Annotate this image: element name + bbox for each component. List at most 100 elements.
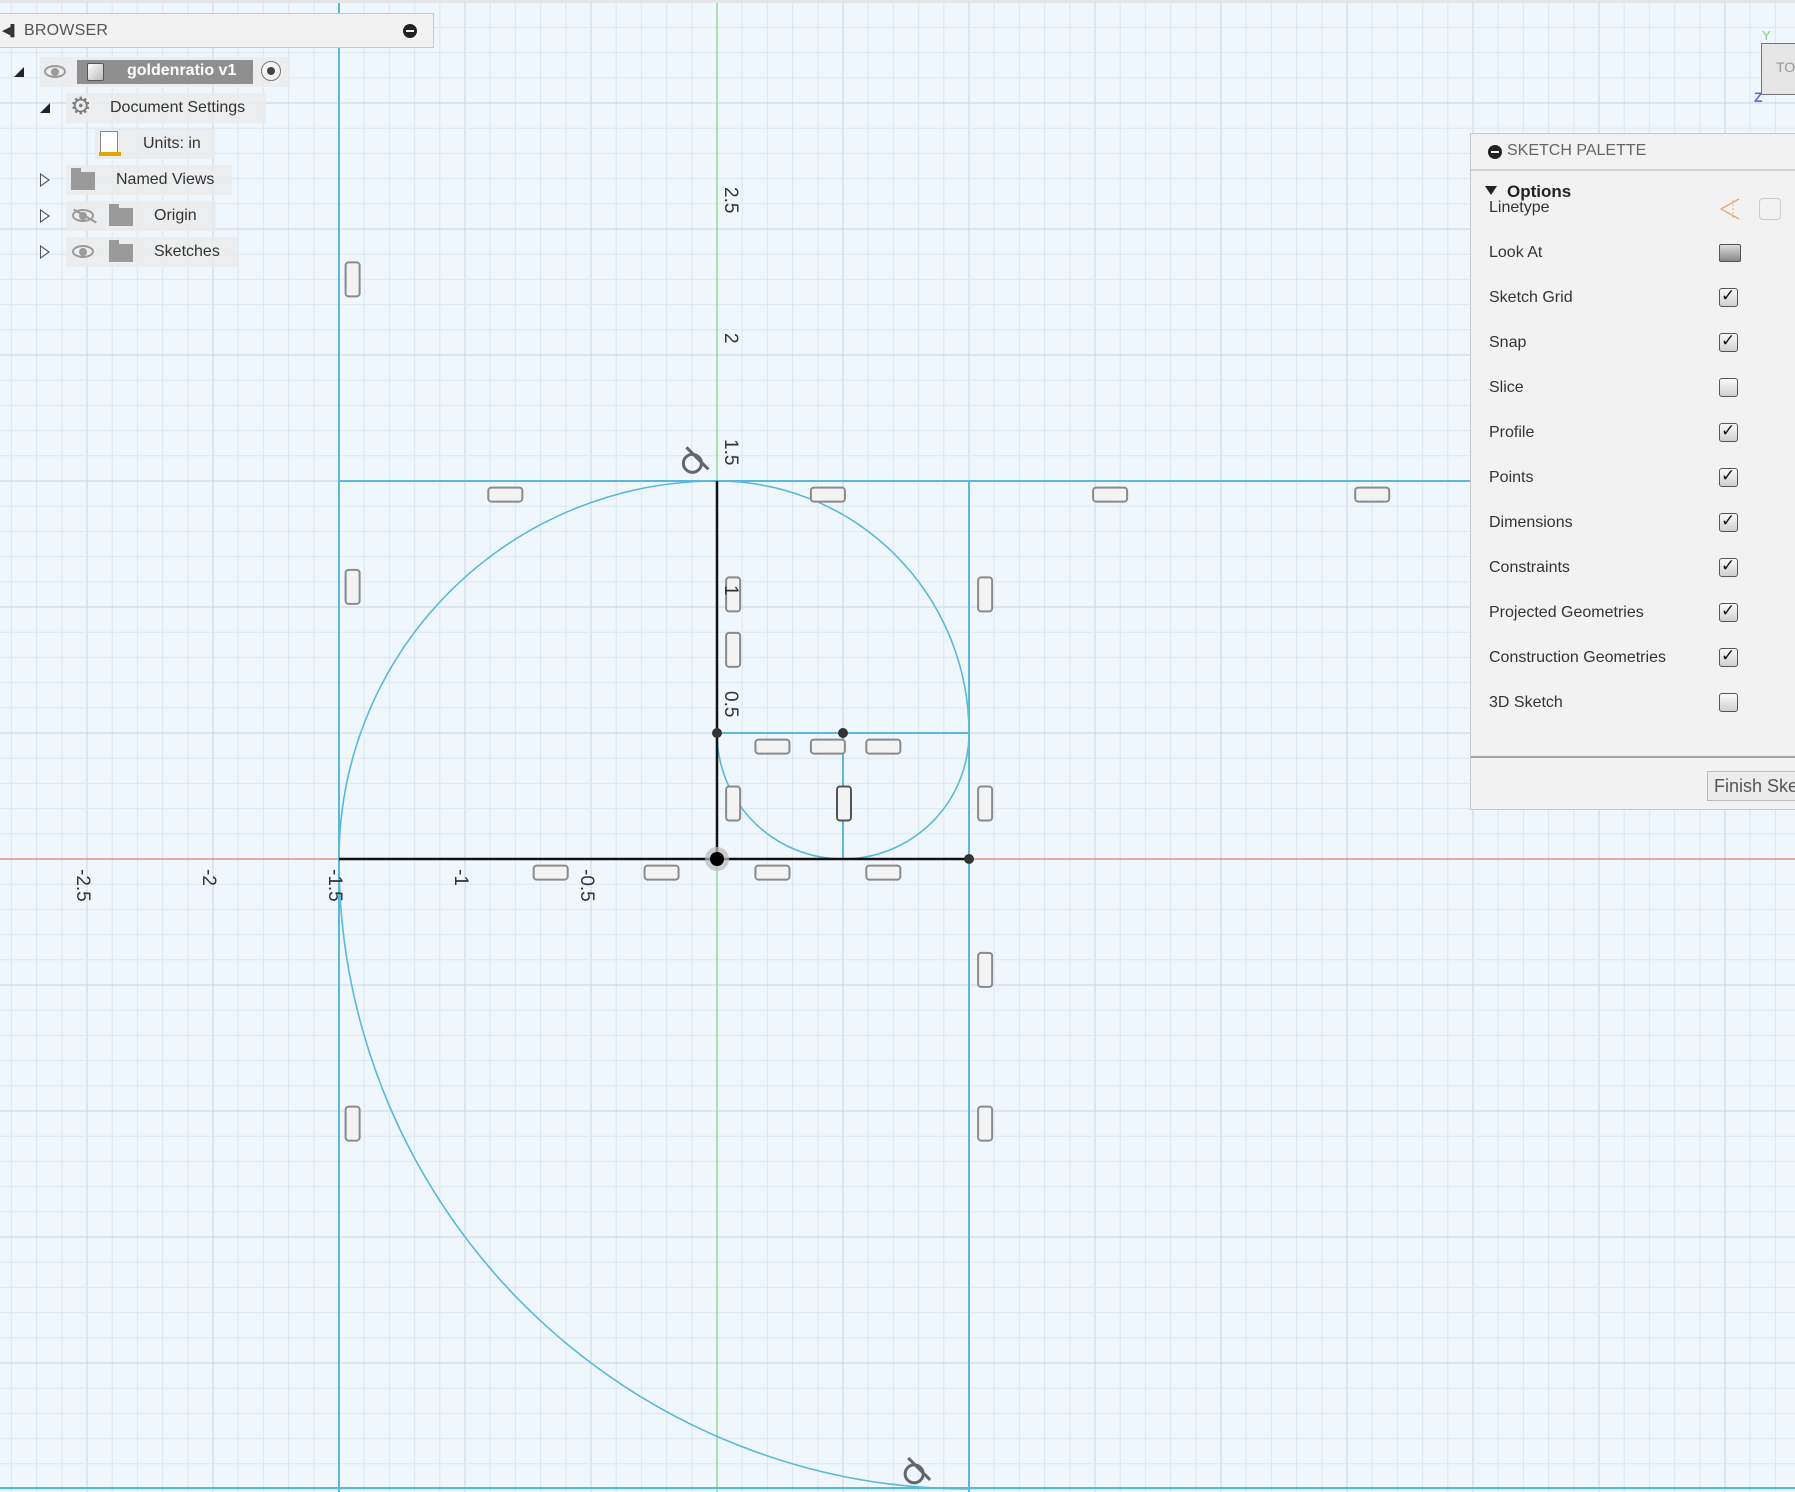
checkbox[interactable] [1719, 511, 1738, 532]
vertical-constraint-icon[interactable] [977, 576, 994, 613]
origin-point[interactable] [710, 852, 724, 866]
option-label: Constraints [1489, 559, 1570, 576]
option-label: Dimensions [1489, 514, 1573, 531]
viewcube-face-label[interactable]: TOP [1776, 59, 1795, 75]
spiral-arc-top[interactable] [338, 480, 718, 860]
spiral-arc-small-right[interactable] [842, 732, 970, 860]
browser-header[interactable]: ◀▌ BROWSER [0, 13, 434, 48]
units-document-icon [99, 131, 121, 156]
expand-toggle-icon[interactable] [14, 67, 24, 77]
visibility-hidden-icon[interactable] [72, 209, 94, 222]
option-label: 3D Sketch [1489, 694, 1563, 711]
centerline-linetype-icon[interactable] [1759, 198, 1781, 220]
option-snap: Snap [1489, 329, 1789, 359]
horizontal-constraint-icon[interactable] [865, 864, 902, 881]
checkbox[interactable] [1719, 378, 1738, 397]
vertical-constraint-icon[interactable] [344, 261, 361, 298]
viewcube[interactable]: TOP [1761, 43, 1795, 95]
horizontal-constraint-icon[interactable] [809, 738, 846, 755]
x-tick-label: -0.5 [576, 869, 597, 902]
tangent-constraint-icon[interactable] [903, 1463, 925, 1485]
checkbox[interactable] [1719, 466, 1738, 487]
sketch-palette: SKETCH PALETTE Options Linetype Look At … [1470, 133, 1795, 810]
option-linetype: Linetype [1489, 194, 1789, 224]
y-tick-label: 1 [720, 585, 741, 596]
checkbox[interactable] [1719, 601, 1738, 622]
browser-title: BROWSER [24, 22, 109, 39]
tangent-constraint-icon[interactable] [681, 452, 703, 474]
checkbox[interactable] [1719, 556, 1738, 577]
option-label: Snap [1489, 334, 1527, 351]
horizontal-constraint-icon[interactable] [643, 864, 680, 881]
horizontal-constraint-icon[interactable] [809, 486, 846, 503]
tree-item-label: Named Views [116, 171, 215, 188]
vertical-constraint-icon[interactable] [725, 785, 742, 822]
axis-tick-labels: -2.5 -2 -1.5 -1 -0.5 2.5 2 1.5 1 0.5 [72, 187, 741, 902]
expand-toggle-icon[interactable] [40, 173, 50, 187]
palette-title: SKETCH PALETTE [1507, 142, 1647, 159]
folder-icon [71, 168, 95, 190]
pin-icon[interactable] [403, 24, 417, 38]
horizontal-constraint-icon[interactable] [1354, 486, 1391, 503]
checkbox[interactable] [1719, 646, 1738, 667]
vertical-constraint-icon[interactable] [344, 568, 361, 605]
visibility-eye-icon[interactable] [44, 65, 66, 78]
expand-toggle-icon[interactable] [40, 245, 50, 259]
component-name[interactable]: goldenratio v1 [127, 62, 236, 80]
tree-item-label: Sketches [154, 243, 220, 260]
minimize-icon[interactable] [1488, 145, 1502, 159]
visibility-eye-icon[interactable] [72, 245, 94, 258]
vertical-constraint-icon[interactable] [977, 785, 994, 822]
activate-radio-icon[interactable] [261, 61, 281, 81]
vertical-constraint-icon[interactable] [977, 1105, 994, 1142]
horizontal-constraint-icon[interactable] [532, 864, 569, 881]
option-label: Points [1489, 469, 1534, 486]
sketch-point[interactable] [964, 854, 974, 864]
option-label: Linetype [1489, 199, 1550, 216]
checkbox[interactable] [1719, 331, 1738, 352]
axis-y-label: Y [1762, 28, 1771, 43]
gear-icon: ⚙ [70, 93, 92, 120]
tree-item-label: Origin [154, 207, 197, 224]
option-constraints: Constraints [1489, 554, 1789, 584]
horizontal-constraint-icon[interactable] [754, 864, 791, 881]
construction-linetype-icon[interactable] [1717, 196, 1743, 222]
spiral-arc-large[interactable] [338, 858, 970, 1490]
horizontal-constraint-icon[interactable] [1092, 486, 1129, 503]
option-construction-geometries: Construction Geometries [1489, 644, 1789, 674]
option-dimensions: Dimensions [1489, 509, 1789, 539]
horizontal-constraint-icon[interactable] [487, 486, 524, 503]
folder-icon [109, 240, 133, 262]
checkbox[interactable] [1719, 693, 1738, 712]
sketch-point[interactable] [712, 728, 722, 738]
option-label: Sketch Grid [1489, 289, 1573, 306]
collapse-panel-icon[interactable]: ◀▌ [2, 24, 18, 37]
expand-toggle-icon[interactable] [40, 209, 50, 223]
top-strip [0, 0, 1795, 3]
option-points: Points [1489, 464, 1789, 494]
tree-item-label: Units: in [143, 135, 201, 152]
checkbox[interactable] [1719, 421, 1738, 442]
option-label: Look At [1489, 244, 1543, 261]
look-at-icon[interactable] [1719, 244, 1741, 262]
vertical-constraint-icon[interactable] [344, 1105, 361, 1142]
sketch-point[interactable] [838, 728, 848, 738]
option-slice: Slice [1489, 374, 1789, 404]
horizontal-constraint-icon[interactable] [754, 738, 791, 755]
tangent-constraint-line [685, 446, 710, 471]
palette-header[interactable]: SKETCH PALETTE [1471, 134, 1795, 171]
y-tick-label: 2 [720, 333, 741, 344]
x-tick-label: -2.5 [72, 869, 93, 902]
vertical-constraint-icon[interactable] [836, 785, 852, 822]
finish-sketch-button[interactable]: Finish Sketch [1707, 771, 1795, 801]
horizontal-constraint-icon[interactable] [865, 738, 902, 755]
vertical-constraint-icon[interactable] [725, 631, 742, 668]
vertical-constraint-icon[interactable] [977, 951, 994, 988]
option-3d-sketch: 3D Sketch [1489, 689, 1789, 719]
expand-toggle-icon[interactable] [40, 103, 50, 113]
checkbox[interactable] [1719, 286, 1738, 307]
x-tick-label: -1.5 [324, 869, 345, 902]
option-sketch-grid: Sketch Grid [1489, 284, 1789, 314]
y-tick-label: 2.5 [720, 187, 741, 213]
x-tick-label: -2 [198, 869, 219, 886]
